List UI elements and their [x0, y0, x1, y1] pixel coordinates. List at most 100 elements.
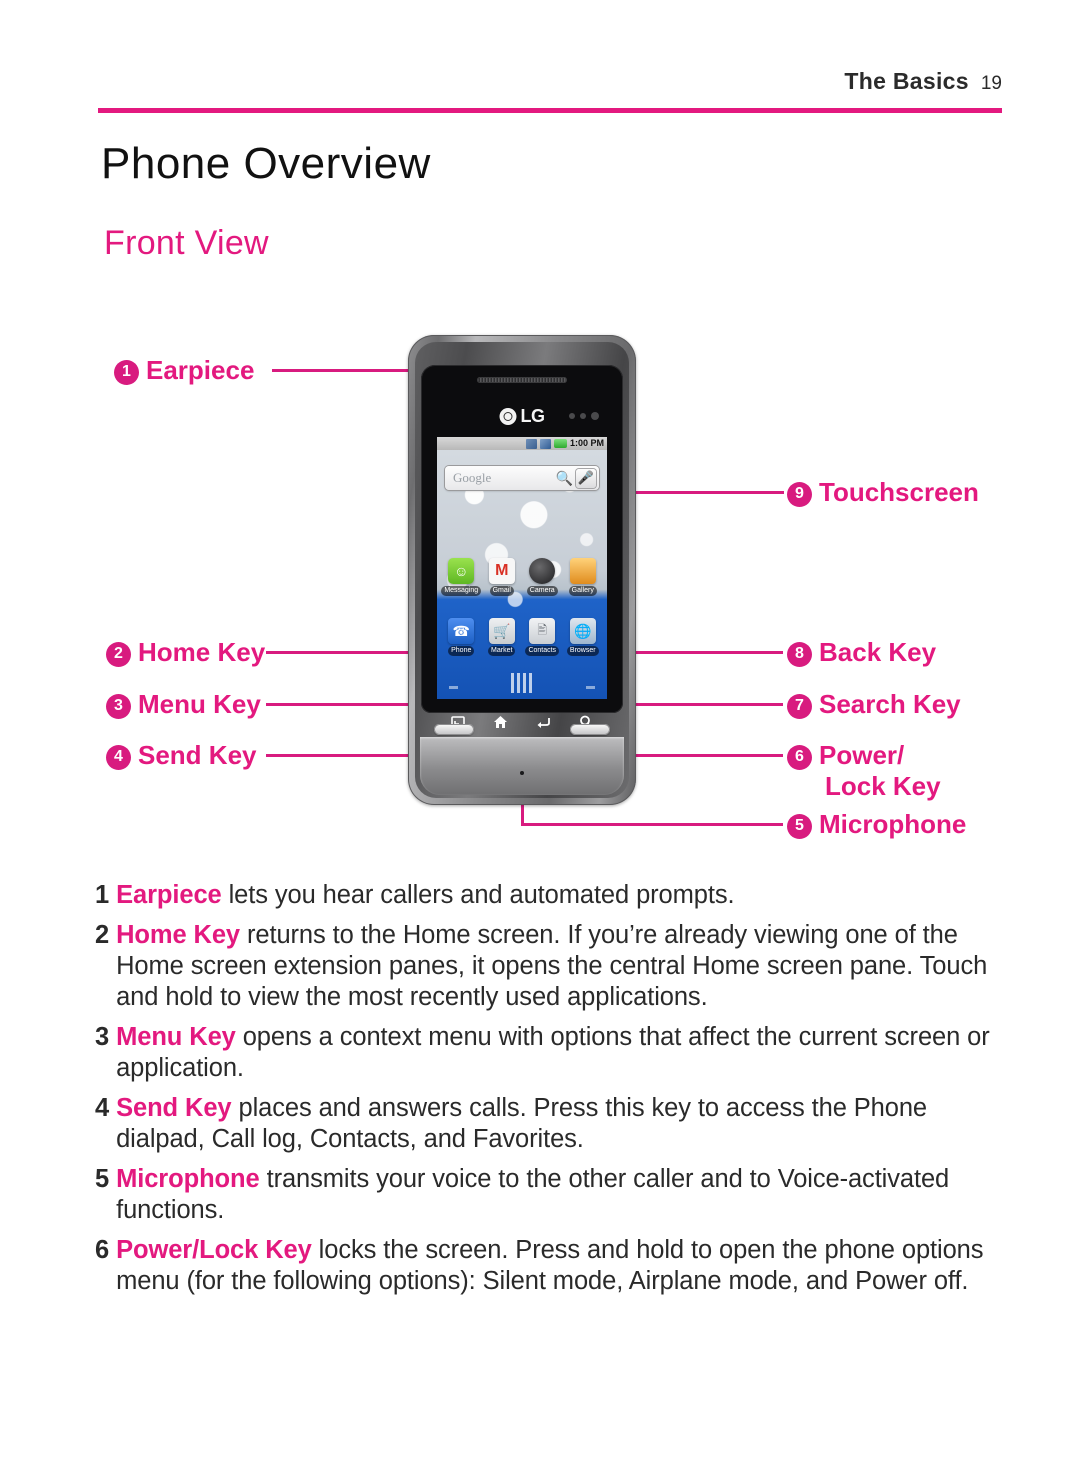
app-gallery[interactable]: Gallery: [563, 558, 604, 596]
description-term: Send Key: [116, 1094, 232, 1122]
app-label: Messaging: [441, 586, 482, 596]
home-pane-indicator-right: [586, 686, 595, 689]
app-browser[interactable]: 🌐 Browser: [563, 618, 604, 656]
proximity-sensor-dots: [569, 412, 599, 420]
callout-microphone: 5 Microphone: [787, 809, 966, 840]
status-bar-clock: 1:00 PM: [569, 438, 604, 448]
app-phone[interactable]: ☎ Phone: [441, 618, 482, 656]
send-key-left[interactable]: [434, 724, 474, 735]
description-item-5: 5 Microphone transmits your voice to the…: [95, 1164, 995, 1226]
home-key-icon[interactable]: [491, 712, 511, 732]
callout-label: Search Key: [819, 689, 961, 719]
callout-earpiece: 1 Earpiece: [114, 355, 254, 386]
callout-label: Back Key: [819, 637, 937, 667]
app-label: Market: [488, 646, 516, 656]
callout-back-key: 8 Back Key: [787, 637, 936, 668]
description-term: Earpiece: [116, 881, 222, 909]
callout-number: 6: [787, 745, 812, 770]
description-text: lets you hear callers and automated prom…: [221, 881, 735, 909]
app-label: Contacts: [525, 646, 560, 656]
description-term: Power/Lock Key: [116, 1236, 312, 1264]
section-title: Front View: [104, 224, 269, 262]
status-bar: 1:00 PM: [437, 437, 607, 450]
callout-menu-key: 3 Menu Key: [106, 689, 261, 720]
leader-line-microphone: [521, 823, 783, 826]
browser-icon: 🌐: [569, 618, 596, 644]
google-search-placeholder: Google: [453, 470, 492, 485]
app-label: Gallery: [568, 586, 597, 596]
callout-search-key: 7 Search Key: [787, 689, 961, 720]
description-text: opens a context menu with options that a…: [116, 1023, 990, 1082]
phone-chin: [420, 737, 624, 795]
callout-number: 8: [787, 642, 812, 667]
power-lock-key-right[interactable]: [570, 724, 610, 735]
search-icon[interactable]: 🔍: [556, 470, 573, 487]
description-item-3: 3 Menu Key opens a context menu with opt…: [95, 1022, 995, 1084]
description-number: 1: [95, 881, 110, 909]
app-gmail[interactable]: M Gmail: [482, 558, 523, 596]
app-launcher-icon[interactable]: [511, 673, 533, 693]
back-key-icon[interactable]: [533, 712, 553, 732]
messaging-icon: ☺: [448, 558, 475, 584]
description-list: 1 Earpiece lets you hear callers and aut…: [95, 880, 995, 1306]
description-term: Microphone: [116, 1165, 260, 1193]
page-number: 19: [980, 73, 1002, 94]
callout-label: Menu Key: [138, 689, 261, 719]
app-row-2: ☎ Phone 🛒 Market 🖹 Contacts 🌐 Browser: [441, 618, 603, 656]
callout-power-lock-key: 6 Power/ Lock Key: [787, 740, 941, 801]
app-label: Browser: [566, 646, 599, 656]
app-row-1: ☺ Messaging M Gmail Camera Gallery: [441, 558, 603, 596]
app-label: Camera: [526, 586, 558, 596]
description-item-2: 2 Home Key returns to the Home screen. I…: [95, 920, 995, 1013]
contacts-icon: 🖹: [529, 618, 556, 644]
microphone-icon[interactable]: 🎤: [576, 468, 596, 488]
description-number: 2: [95, 921, 110, 949]
callout-label: Touchscreen: [819, 477, 979, 507]
app-camera[interactable]: Camera: [522, 558, 563, 596]
callout-home-key: 2 Home Key: [106, 637, 265, 668]
description-term: Home Key: [116, 921, 241, 949]
app-messaging[interactable]: ☺ Messaging: [441, 558, 482, 596]
touchscreen-display[interactable]: 1:00 PM Google 🔍 🎤 ☺ Messaging M Gmail C…: [437, 437, 607, 699]
description-number: 6: [95, 1236, 110, 1264]
callout-number: 1: [114, 360, 139, 385]
google-search-widget[interactable]: Google 🔍 🎤: [445, 466, 599, 490]
callout-label: Power/: [819, 740, 905, 770]
microphone-hole: [520, 771, 524, 775]
callout-number: 3: [106, 694, 131, 719]
camera-icon: [529, 558, 556, 584]
lg-brand-text: LG: [520, 406, 546, 426]
app-market[interactable]: 🛒 Market: [482, 618, 523, 656]
app-label: Phone: [448, 646, 475, 656]
callout-label: Earpiece: [146, 355, 255, 385]
earpiece-grille: [477, 377, 567, 383]
app-label: Gmail: [489, 586, 514, 596]
gallery-icon: [569, 558, 596, 584]
callout-touchscreen: 9 Touchscreen: [787, 477, 979, 508]
callout-label: Microphone: [819, 809, 967, 839]
description-number: 4: [95, 1094, 110, 1122]
home-pane-indicator-left: [449, 686, 458, 689]
callout-label: Send Key: [138, 740, 257, 770]
usb-icon: [525, 438, 537, 449]
callout-number: 4: [106, 745, 131, 770]
description-number: 5: [95, 1165, 110, 1193]
front-view-diagram: 1 Earpiece 2 Home Key 3 Menu Key 4 Send …: [0, 320, 1080, 860]
lg-mark-icon: [499, 407, 517, 425]
description-term: Menu Key: [116, 1023, 236, 1051]
callout-label-line2: Lock Key: [825, 770, 941, 801]
phone-icon: ☎: [448, 618, 475, 644]
phone-front-face: LG 1:00 PM Google 🔍 🎤 ☺ Messaging M Gmai…: [421, 365, 623, 750]
battery-icon: [553, 439, 567, 448]
description-item-1: 1 Earpiece lets you hear callers and aut…: [95, 880, 995, 911]
gmail-icon: M: [488, 558, 515, 584]
callout-number: 7: [787, 694, 812, 719]
callout-label: Home Key: [138, 637, 266, 667]
app-contacts[interactable]: 🖹 Contacts: [522, 618, 563, 656]
description-number: 3: [95, 1023, 110, 1051]
header-title: The Basics: [844, 68, 969, 94]
header-divider: [98, 108, 1002, 113]
callout-number: 5: [787, 814, 812, 839]
home-screen-wallpaper: Google 🔍 🎤 ☺ Messaging M Gmail Camera Ga…: [437, 450, 607, 699]
page-header: The Basics 19: [98, 68, 1002, 102]
